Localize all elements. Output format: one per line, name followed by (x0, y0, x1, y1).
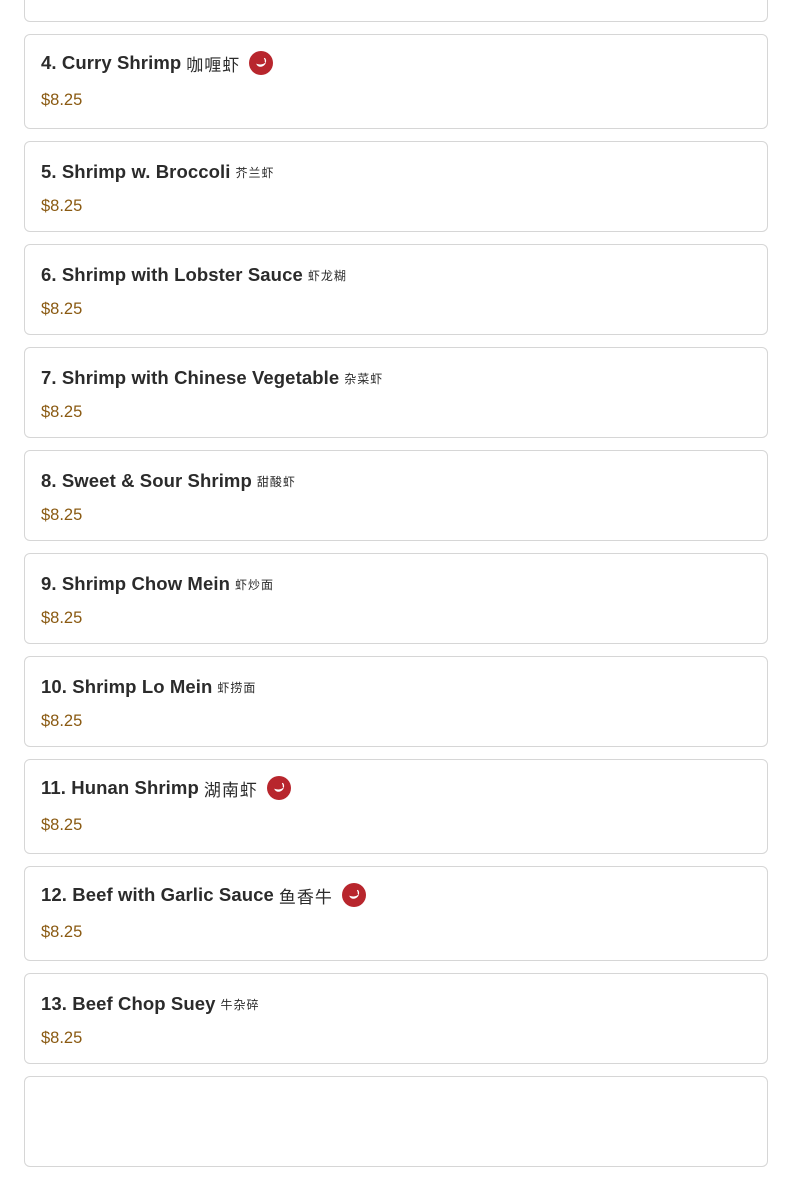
menu-item-name: 7. Shrimp with Chinese Vegetable (41, 367, 340, 388)
menu-item-name: 4. Curry Shrimp (41, 52, 182, 73)
menu-item-price: $8.25 (41, 197, 83, 215)
menu-item-card[interactable]: 6. Shrimp with Lobster Sauce 虾龙糊 $8.25 (24, 244, 768, 335)
menu-item-title-row: 9. Shrimp Chow Mein 虾炒面 (41, 573, 274, 595)
menu-item-card[interactable]: 9. Shrimp Chow Mein 虾炒面 $8.25 (24, 553, 768, 644)
menu-item-chinese-name: 虾捞面 (217, 680, 257, 695)
menu-item-card[interactable]: 12. Beef with Garlic Sauce 鱼香牛 $8.25 (24, 866, 768, 961)
menu-item-name: 9. Shrimp Chow Mein (41, 573, 230, 594)
menu-item-title-row: 10. Shrimp Lo Mein 虾捞面 (41, 676, 256, 698)
menu-item-card-partial-bottom[interactable] (24, 1076, 768, 1167)
menu-item-name: 11. Hunan Shrimp (41, 777, 199, 798)
menu-item-price: $8.25 (41, 816, 83, 834)
menu-item-price: $8.25 (41, 300, 83, 318)
menu-item-title-row: 12. Beef with Garlic Sauce 鱼香牛 (41, 881, 366, 909)
menu-item-name: 5. Shrimp w. Broccoli (41, 161, 231, 182)
menu-item-chinese-name: 牛杂碎 (220, 997, 260, 1012)
menu-item-title-row: 13. Beef Chop Suey 牛杂碎 (41, 993, 260, 1015)
menu-item-chinese-name: 虾炒面 (234, 577, 274, 592)
menu-item-card[interactable]: 10. Shrimp Lo Mein 虾捞面 $8.25 (24, 656, 768, 747)
menu-item-price: $8.25 (41, 506, 83, 524)
menu-item-title-row: 7. Shrimp with Chinese Vegetable 杂菜虾 (41, 367, 383, 389)
spicy-chili-icon (341, 883, 366, 907)
menu-item-title-row: 8. Sweet & Sour Shrimp 甜酸虾 (41, 470, 296, 492)
menu-item-price: $8.25 (41, 712, 83, 730)
menu-item-title-row: 5. Shrimp w. Broccoli 芥兰虾 (41, 161, 275, 183)
menu-item-card[interactable]: 11. Hunan Shrimp 湖南虾 $8.25 (24, 759, 768, 854)
menu-item-price: $8.25 (41, 923, 83, 941)
spicy-chili-icon (266, 776, 291, 800)
menu-item-price: $8.25 (41, 1029, 83, 1047)
menu-item-chinese-name: 虾龙糊 (307, 268, 347, 283)
menu-item-chinese-name: 咖喱虾 (186, 55, 241, 75)
menu-item-list: 4. Curry Shrimp 咖喱虾 $8.25 5. Shrimp w. B… (24, 0, 768, 1179)
menu-item-title-row: 6. Shrimp with Lobster Sauce 虾龙糊 (41, 264, 347, 286)
menu-item-name: 12. Beef with Garlic Sauce (41, 884, 274, 905)
menu-item-chinese-name: 鱼香牛 (278, 887, 333, 907)
menu-item-price: $8.25 (41, 403, 83, 421)
menu-item-card[interactable]: 5. Shrimp w. Broccoli 芥兰虾 $8.25 (24, 141, 768, 232)
menu-item-price: $8.25 (41, 609, 83, 627)
menu-item-name: 13. Beef Chop Suey (41, 993, 216, 1014)
menu-item-name: 10. Shrimp Lo Mein (41, 676, 213, 697)
menu-item-chinese-name: 芥兰虾 (235, 165, 275, 180)
menu-item-title-row: 4. Curry Shrimp 咖喱虾 (41, 49, 274, 77)
menu-item-title-row: 11. Hunan Shrimp 湖南虾 (41, 774, 291, 802)
menu-item-chinese-name: 甜酸虾 (256, 474, 296, 489)
menu-item-card-partial-top[interactable] (24, 0, 768, 22)
menu-item-chinese-name: 杂菜虾 (344, 371, 384, 386)
menu-item-name: 8. Sweet & Sour Shrimp (41, 470, 252, 491)
menu-item-name: 6. Shrimp with Lobster Sauce (41, 264, 303, 285)
spicy-chili-icon (249, 51, 274, 75)
menu-item-card[interactable]: 4. Curry Shrimp 咖喱虾 $8.25 (24, 34, 768, 129)
menu-item-card[interactable]: 8. Sweet & Sour Shrimp 甜酸虾 $8.25 (24, 450, 768, 541)
menu-item-card[interactable]: 13. Beef Chop Suey 牛杂碎 $8.25 (24, 973, 768, 1064)
menu-item-price: $8.25 (41, 91, 83, 109)
menu-item-chinese-name: 湖南虾 (203, 780, 258, 800)
menu-item-card[interactable]: 7. Shrimp with Chinese Vegetable 杂菜虾 $8.… (24, 347, 768, 438)
